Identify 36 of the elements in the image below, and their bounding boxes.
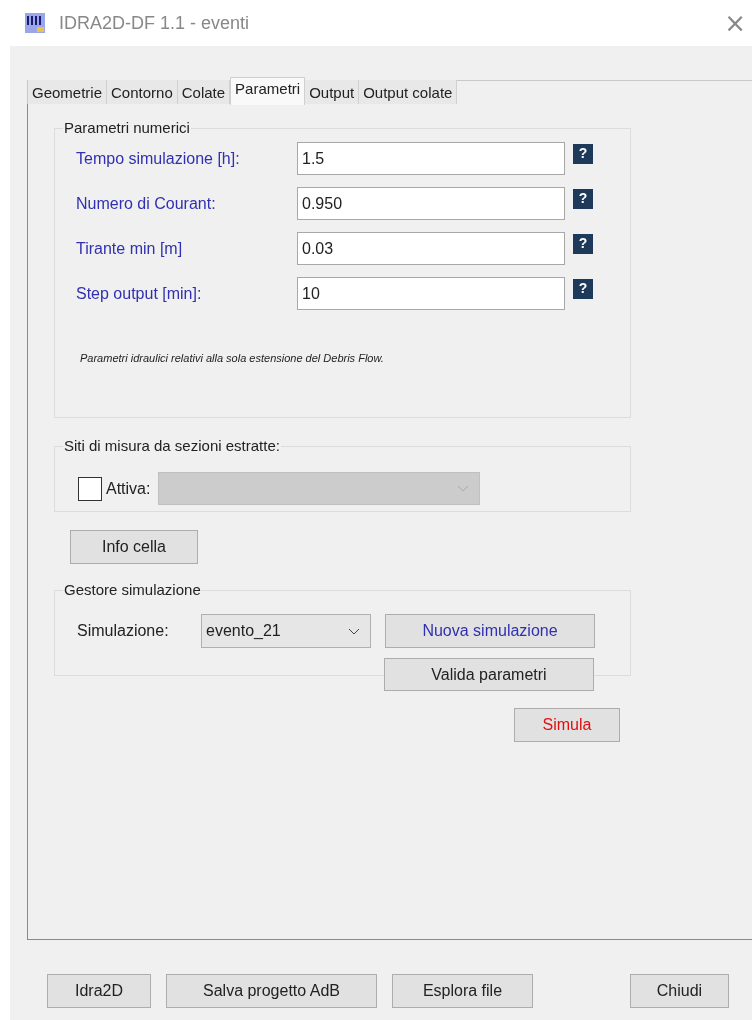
save-project-button[interactable]: Salva progetto AdB — [166, 974, 377, 1008]
input-field[interactable]: 0.950 — [297, 187, 565, 220]
field-label: Tempo simulazione [h]: — [76, 148, 241, 169]
field-label: Step output [min]: — [76, 283, 203, 304]
input-field[interactable]: 1.5 — [297, 142, 565, 175]
field-label: Tirante min [m] — [76, 238, 184, 259]
help-button[interactable]: ? — [573, 188, 593, 209]
simulate-button[interactable]: Simula — [514, 708, 620, 742]
help-button[interactable]: ? — [573, 278, 593, 299]
info-button[interactable]: Info cella — [70, 530, 198, 564]
help-button[interactable]: ? — [573, 143, 593, 164]
tab[interactable]: Parametri — [230, 77, 306, 105]
note-text: Parametri idraulici relativi alla sola estensione del Debris Flow. — [80, 351, 385, 366]
idra2d-button[interactable]: Idra2D — [47, 974, 151, 1008]
input-field[interactable]: 10 — [297, 277, 565, 310]
input-field[interactable]: 0.03 — [297, 232, 565, 265]
checkbox[interactable] — [78, 476, 102, 501]
simulation-dropdown[interactable]: evento_21 — [201, 614, 371, 648]
explore-files-button[interactable]: Esplora file — [392, 974, 533, 1008]
close-button[interactable]: × — [724, 10, 746, 36]
checkbox-label: Attiva: — [106, 478, 151, 499]
tab[interactable]: Contorno — [107, 80, 178, 104]
chevron-down-icon — [457, 485, 470, 492]
simulation-label: Simulazione: — [77, 621, 170, 641]
validate-button[interactable]: Valida parametri — [384, 658, 594, 691]
new-simulation-button[interactable]: Nuova simulazione — [385, 614, 595, 648]
app-logo-icon — [25, 13, 45, 33]
field-label: Numero di Courant: — [76, 193, 217, 214]
help-button[interactable]: ? — [573, 233, 593, 254]
tab[interactable]: Output — [305, 80, 360, 104]
tab[interactable]: Colate — [177, 80, 231, 104]
close-button[interactable]: Chiudi — [630, 974, 729, 1008]
window-title: IDRA2D-DF 1.1 - eventi — [59, 11, 250, 35]
tab[interactable]: Output colate — [359, 80, 458, 104]
tab[interactable]: Geometrie — [28, 80, 108, 104]
chevron-down-icon — [348, 627, 360, 635]
